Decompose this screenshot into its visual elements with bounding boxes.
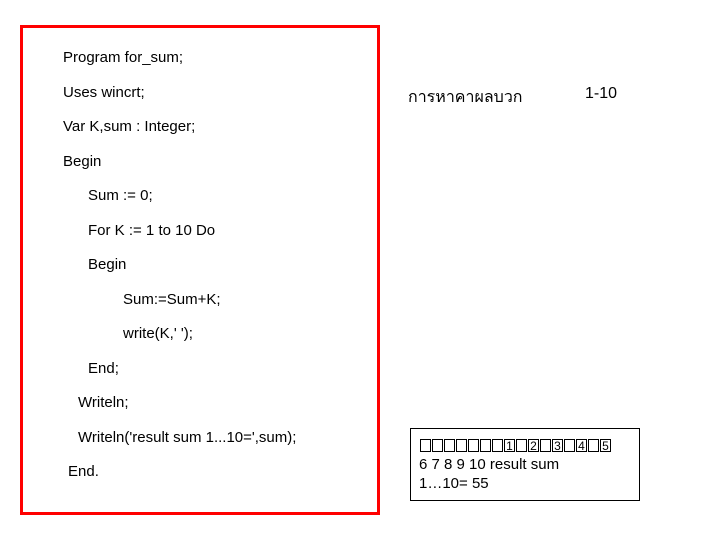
placeholder-box bbox=[432, 439, 443, 452]
placeholder-box bbox=[492, 439, 503, 452]
output-num: 2 bbox=[528, 439, 539, 452]
output-line-1: 12345 bbox=[419, 435, 631, 455]
code-line: Writeln('result sum 1...10=',sum); bbox=[78, 428, 369, 448]
code-line: For K := 1 to 10 Do bbox=[88, 221, 369, 241]
placeholder-box bbox=[540, 439, 551, 452]
code-line: Var K,sum : Integer; bbox=[63, 117, 369, 137]
placeholder-box bbox=[588, 439, 599, 452]
output-num: 1 bbox=[504, 439, 515, 452]
code-box: Program for_sum; Uses wincrt; Var K,sum … bbox=[20, 25, 380, 515]
placeholder-box bbox=[516, 439, 527, 452]
output-num: 4 bbox=[576, 439, 587, 452]
code-line: write(K,' '); bbox=[123, 324, 369, 344]
heading-range: 1-10 bbox=[585, 85, 617, 103]
code-line: End; bbox=[88, 359, 369, 379]
output-box: 12345 6 7 8 9 10 result sum 1…10= 55 bbox=[410, 428, 640, 501]
code-line: End. bbox=[68, 462, 369, 482]
code-line: Begin bbox=[63, 152, 369, 172]
output-num: 3 bbox=[552, 439, 563, 452]
placeholder-box bbox=[456, 439, 467, 452]
placeholder-box bbox=[420, 439, 431, 452]
code-line: Sum := 0; bbox=[88, 186, 369, 206]
code-line: Writeln; bbox=[78, 393, 369, 413]
placeholder-box bbox=[444, 439, 455, 452]
code-line: Sum:=Sum+K; bbox=[123, 290, 369, 310]
output-line-3: 1…10= 55 bbox=[419, 474, 631, 494]
code-line: Begin bbox=[88, 255, 369, 275]
placeholder-box bbox=[480, 439, 491, 452]
placeholder-box bbox=[564, 439, 575, 452]
output-num: 5 bbox=[600, 439, 611, 452]
heading-text: การหาคาผลบวก bbox=[408, 85, 523, 110]
placeholder-box bbox=[468, 439, 479, 452]
code-line: Uses wincrt; bbox=[63, 83, 369, 103]
code-line: Program for_sum; bbox=[63, 48, 369, 68]
output-line-2: 6 7 8 9 10 result sum bbox=[419, 455, 631, 475]
